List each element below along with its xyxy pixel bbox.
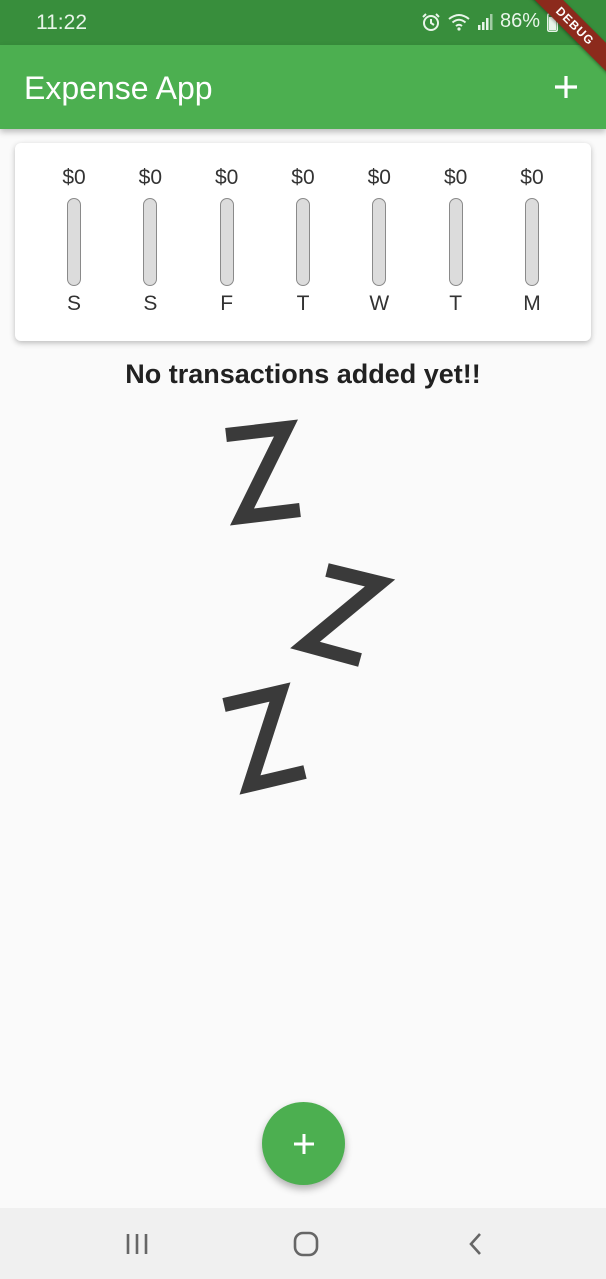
- wifi-icon: [448, 13, 470, 31]
- bar-day-label: S: [66, 292, 81, 315]
- bar-track: [219, 198, 234, 286]
- alarm-icon: [421, 12, 441, 32]
- bar-track: [448, 198, 463, 286]
- bar-amount: $0: [443, 166, 468, 189]
- plus-icon: [293, 1133, 314, 1154]
- chart-bar: $0 S: [126, 165, 174, 325]
- weekly-chart-card: $0 S $0 S $0 F $0 T $0 W $0 T $0 M: [15, 143, 591, 341]
- home-button[interactable]: [286, 1226, 326, 1262]
- chart-bars: $0 S $0 S $0 F $0 T $0 W $0 T $0 M: [50, 165, 556, 325]
- app-screen: 11:22 86% DEBUG Expense App $0 S $0 S $0…: [0, 0, 606, 1279]
- chart-bar: $0 F: [203, 165, 251, 325]
- recent-apps-icon: [126, 1234, 148, 1254]
- z-letter-middle: [290, 563, 396, 667]
- bar-amount: $0: [138, 166, 162, 189]
- bar-amount: $0: [214, 166, 239, 189]
- bar-amount: $0: [291, 166, 315, 189]
- signal-icon: [477, 13, 493, 31]
- status-bar: 11:22 86%: [0, 0, 606, 45]
- bar-amount: $0: [367, 166, 391, 189]
- recent-apps-button[interactable]: [117, 1226, 157, 1262]
- status-time: 11:22: [36, 11, 87, 34]
- z-letter-top: [225, 419, 301, 526]
- bar-day-label: F: [220, 292, 234, 315]
- bar-day-label: T: [449, 292, 463, 315]
- app-title: Expense App: [24, 70, 213, 106]
- bar-track: [524, 198, 539, 286]
- chart-bar: $0 M: [508, 165, 556, 325]
- zzz-sleeping-illustration: [222, 419, 396, 795]
- chart-bar: $0 T: [279, 165, 327, 325]
- empty-state-message: No transactions added yet!!: [125, 359, 481, 389]
- bar-track: [143, 198, 158, 286]
- bar-day-label: W: [369, 292, 390, 315]
- plus-icon: [555, 76, 577, 98]
- bar-track: [67, 198, 81, 286]
- status-icons: 86%: [421, 10, 558, 33]
- back-icon: [469, 1233, 481, 1255]
- bar-day-label: S: [143, 292, 158, 315]
- bar-amount: $0: [62, 166, 86, 189]
- chart-bar: $0 S: [50, 165, 98, 325]
- system-nav-bar: [0, 1208, 606, 1279]
- bar-day-label: M: [523, 292, 541, 315]
- bar-day-label: T: [296, 292, 310, 315]
- home-icon: [293, 1231, 319, 1257]
- bar-track: [372, 198, 387, 286]
- chart-bar: $0 T: [432, 165, 480, 325]
- battery-level: 86%: [499, 10, 540, 32]
- chart-bar: $0 W: [355, 165, 403, 325]
- add-transaction-button[interactable]: [544, 65, 588, 109]
- bar-amount: $0: [520, 166, 544, 189]
- app-bar: Expense App: [0, 45, 606, 129]
- add-transaction-fab[interactable]: [262, 1102, 345, 1185]
- back-button[interactable]: [456, 1226, 496, 1262]
- bar-track: [295, 198, 310, 286]
- z-letter-bottom: [222, 682, 307, 795]
